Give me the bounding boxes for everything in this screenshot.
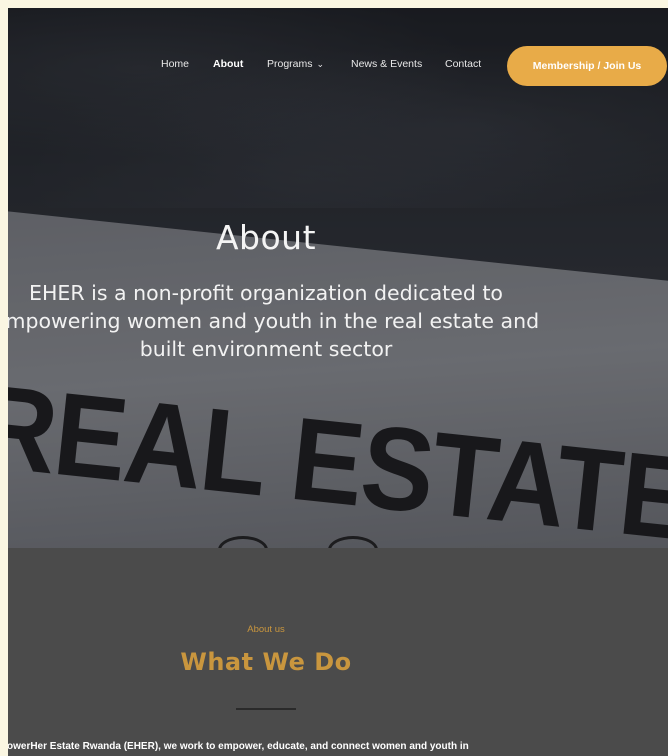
nav-item-home[interactable]: Home [161,58,189,70]
about-section: About us What We Do mpowerHer Estate Rwa… [8,548,668,756]
page-title: About [215,218,317,258]
chevron-down-icon: ⌄ [316,59,325,69]
nav-item-contact[interactable]: Contact [445,58,481,70]
main-nav: Home About Programs ⌄ News & Events Conta… [8,46,668,86]
hero-description: EHER is a non-profit organization dedica… [8,280,540,361]
membership-join-button[interactable]: Membership / Join Us [507,46,667,86]
nav-item-about[interactable]: About [213,58,243,70]
about-divider [236,708,296,710]
about-eyebrow: About us [247,624,285,635]
about-body-text: mpowerHer Estate Rwanda (EHER), we work … [8,741,469,752]
about-title: What We Do [180,648,352,676]
nav-item-news-events[interactable]: News & Events [351,58,422,70]
nav-item-programs[interactable]: Programs ⌄ [267,58,324,70]
page-frame: REAL ESTATE Home About Programs ⌄ News & … [8,8,668,756]
nav-item-programs-label: Programs [267,58,313,70]
hero-section: REAL ESTATE Home About Programs ⌄ News & … [8,8,668,548]
